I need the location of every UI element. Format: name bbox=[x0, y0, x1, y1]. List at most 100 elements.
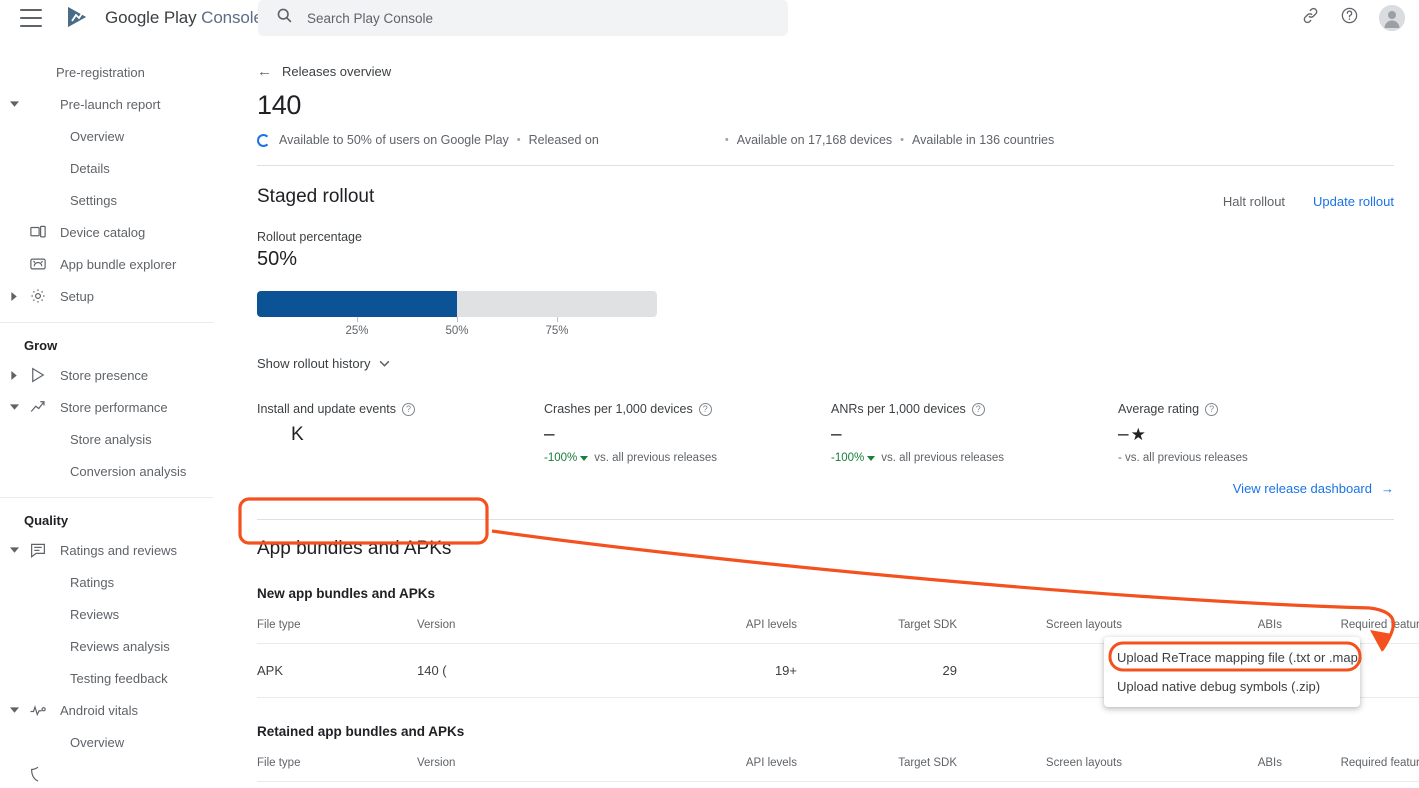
help-icon[interactable] bbox=[1340, 6, 1359, 30]
metric-title: Install and update events ? bbox=[257, 402, 544, 416]
link-icon[interactable] bbox=[1301, 6, 1320, 30]
cell-required-features: 11 bbox=[1282, 781, 1419, 788]
sidebar-item-device-catalog[interactable]: Device catalog bbox=[0, 216, 213, 248]
status-devices: Available on 17,168 devices bbox=[736, 133, 893, 147]
sidebar-item-setup[interactable]: Setup bbox=[0, 280, 213, 312]
help-icon[interactable]: ? bbox=[698, 402, 712, 416]
menu-item-upload-native-debug-symbols[interactable]: Upload native debug symbols (.zip) bbox=[1104, 672, 1360, 701]
col-version: Version bbox=[417, 757, 456, 769]
sidebar-item-store-performance[interactable]: Store performance bbox=[0, 391, 213, 423]
show-rollout-history-toggle[interactable]: Show rollout history bbox=[257, 356, 1394, 371]
rollout-percentage-label: Rollout percentage bbox=[257, 230, 362, 244]
sidebar-item-plr-settings[interactable]: Settings bbox=[0, 184, 213, 216]
release-metrics-row: Install and update events ? K Crashes pe… bbox=[257, 402, 1394, 464]
staged-rollout-title: Staged rollout bbox=[257, 186, 375, 207]
tick-line bbox=[357, 317, 358, 322]
metric-crashes-per-1000-devices: Crashes per 1,000 devices ? – -100% vs. … bbox=[544, 402, 831, 464]
sidebar-item-testing-feedback[interactable]: Testing feedback bbox=[0, 662, 213, 694]
new-bundles-subtitle: New app bundles and APKs bbox=[257, 586, 436, 601]
cell-file-type: APK bbox=[257, 643, 417, 698]
sidebar-item-label: Conversion analysis bbox=[70, 463, 187, 479]
col-target-sdk: Target SDK bbox=[898, 757, 957, 769]
app-bundle-explorer-icon bbox=[26, 254, 50, 274]
sidebar-group-grow: Grow bbox=[24, 337, 58, 353]
section-divider bbox=[257, 519, 1394, 520]
halt-rollout-button[interactable]: Halt rollout bbox=[1223, 194, 1285, 209]
cell-api-levels: 19+ bbox=[647, 643, 797, 698]
chevron-right-icon[interactable] bbox=[4, 370, 24, 380]
play-outline-icon bbox=[26, 365, 50, 385]
sidebar-item-ratings[interactable]: Ratings bbox=[0, 566, 213, 598]
sidebar-item-label: Ratings and reviews bbox=[60, 542, 178, 558]
retained-bundles-table: File type Version API levels Target SDK … bbox=[257, 749, 1419, 788]
sidebar-item-plr-details[interactable]: Details bbox=[0, 152, 213, 184]
help-icon[interactable]: ? bbox=[971, 402, 985, 416]
chevron-down-icon bbox=[379, 359, 390, 369]
rollout-progress-bar bbox=[257, 291, 657, 317]
metric-anrs-per-1000-devices: ANRs per 1,000 devices ? – -100% vs. all… bbox=[831, 402, 1118, 464]
sidebar-item-label: Settings bbox=[70, 192, 117, 208]
help-icon[interactable]: ? bbox=[1205, 402, 1219, 416]
back-to-releases-overview[interactable]: ← Releases overview bbox=[257, 63, 1394, 80]
search-placeholder: Search Play Console bbox=[307, 10, 434, 26]
metric-install-and-update-events: Install and update events ? K bbox=[257, 402, 544, 464]
avatar[interactable] bbox=[1379, 5, 1405, 31]
sidebar-item-store-analysis[interactable]: Store analysis bbox=[0, 423, 213, 455]
chevron-down-icon[interactable] bbox=[4, 546, 24, 554]
sidebar-item-label: Overview bbox=[70, 734, 125, 750]
tick-50: 50% bbox=[445, 317, 469, 337]
arrow-left-icon: ← bbox=[257, 63, 272, 80]
sidebar-item-partial-next[interactable] bbox=[0, 758, 213, 788]
blank-icon-slot bbox=[26, 94, 50, 114]
trending-up-icon bbox=[26, 397, 50, 417]
menu-item-upload-retrace-mapping-file[interactable]: Upload ReTrace mapping file (.txt or .ma… bbox=[1104, 643, 1362, 672]
sidebar-item-label: Testing feedback bbox=[70, 670, 168, 686]
chevron-right-icon[interactable] bbox=[4, 291, 24, 301]
help-icon[interactable]: ? bbox=[402, 402, 415, 416]
shield-icon bbox=[26, 764, 50, 784]
chevron-down-icon[interactable] bbox=[4, 403, 24, 411]
sidebar-item-vitals-overview[interactable]: Overview bbox=[0, 726, 213, 758]
col-version: Version bbox=[417, 619, 456, 631]
update-rollout-button[interactable]: Update rollout bbox=[1313, 194, 1394, 209]
chevron-down-icon[interactable] bbox=[4, 100, 24, 108]
arrow-right-icon: → bbox=[1381, 481, 1394, 496]
metric-comparison: vs. all previous releases bbox=[594, 452, 717, 464]
star-icon: ★ bbox=[1130, 425, 1146, 444]
sidebar-item-ratings-and-reviews[interactable]: Ratings and reviews bbox=[0, 534, 213, 566]
view-release-dashboard-link[interactable]: View release dashboard → bbox=[257, 481, 1394, 496]
sidebar-item-android-vitals[interactable]: Android vitals bbox=[0, 694, 213, 726]
sidebar-item-store-presence[interactable]: Store presence bbox=[0, 359, 213, 391]
sidebar-item-conversion-analysis[interactable]: Conversion analysis bbox=[0, 455, 213, 487]
metric-title-label: Crashes per 1,000 devices bbox=[544, 402, 693, 416]
col-api-levels: API levels bbox=[745, 757, 797, 769]
brand-part-1: Google Play bbox=[105, 8, 197, 27]
metric-title-label: Install and update events bbox=[257, 402, 396, 416]
sidebar-item-reviews[interactable]: Reviews bbox=[0, 598, 213, 630]
col-screen-layouts: Screen layouts bbox=[1045, 619, 1122, 631]
table-row[interactable]: APK 90 ( 3) 15+ 26 4 7 11 → bbox=[257, 781, 1419, 788]
col-target-sdk: Target SDK bbox=[898, 619, 957, 631]
search-input[interactable]: Search Play Console bbox=[258, 0, 788, 36]
table-header-row: File type Version API levels Target SDK … bbox=[257, 749, 1419, 782]
sidebar-item-pre-launch-report[interactable]: Pre-launch report bbox=[0, 88, 213, 120]
metric-title: Average rating ? bbox=[1118, 402, 1248, 416]
caret-down-icon bbox=[867, 455, 876, 461]
sidebar-item-label: Android vitals bbox=[60, 702, 139, 718]
col-abis: ABIs bbox=[1257, 757, 1282, 769]
rollout-progress-fill bbox=[257, 291, 457, 317]
sidebar-item-label: Setup bbox=[60, 288, 94, 304]
brand-logo-area[interactable]: Google Play Console bbox=[64, 4, 263, 32]
sidebar-item-pre-registration[interactable]: Pre-registration bbox=[0, 56, 213, 88]
hamburger-icon[interactable] bbox=[20, 9, 44, 27]
col-api-levels: API levels bbox=[745, 619, 797, 631]
tick-line bbox=[557, 317, 558, 322]
sidebar-item-reviews-analysis[interactable]: Reviews analysis bbox=[0, 630, 213, 662]
cell-version: 90 ( 3) bbox=[417, 781, 647, 788]
sidebar-item-plr-overview[interactable]: Overview bbox=[0, 120, 213, 152]
chevron-down-icon[interactable] bbox=[4, 706, 24, 714]
sidebar-item-label: Store performance bbox=[60, 399, 168, 415]
play-console-page: Google Play Console Search Play Console bbox=[0, 0, 1419, 788]
sidebar-item-app-bundle-explorer[interactable]: App bundle explorer bbox=[0, 248, 213, 280]
col-file-type: File type bbox=[257, 619, 301, 631]
